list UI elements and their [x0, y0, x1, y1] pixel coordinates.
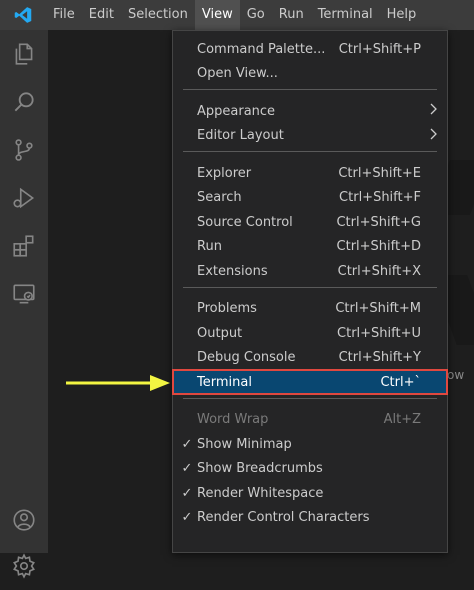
- menu-view[interactable]: View: [194, 0, 240, 30]
- menu-item-label: Debug Console: [197, 350, 296, 365]
- menu-selection[interactable]: Selection: [121, 0, 195, 30]
- menu-item-explorer[interactable]: Explorer Ctrl+Shift+E: [173, 161, 447, 185]
- settings-gear-icon[interactable]: [0, 542, 48, 590]
- menu-item-label: Search: [197, 190, 242, 205]
- chevron-right-icon: [429, 128, 437, 144]
- menu-item-render-control-characters[interactable]: ✓ Render Control Characters: [173, 506, 447, 530]
- editor-hint-text: ow: [447, 368, 465, 382]
- run-debug-icon[interactable]: [0, 174, 48, 222]
- menu-item-label: Open View...: [197, 66, 278, 81]
- menu-item-label: Appearance: [197, 103, 276, 119]
- menu-item-problems[interactable]: Problems Ctrl+Shift+M: [173, 297, 447, 321]
- menu-separator: [183, 151, 437, 152]
- menu-separator: [183, 89, 437, 90]
- menu-item-label: Show Breadcrumbs: [197, 461, 323, 476]
- menu-bar: File Edit Selection View Go Run Terminal Help: [0, 0, 474, 30]
- checkmark-icon: ✓: [181, 461, 193, 476]
- menu-item-word-wrap: Word Wrap Alt+Z: [173, 408, 447, 432]
- menu-item-label: Word Wrap: [197, 412, 269, 427]
- menu-item-command-palette[interactable]: Command Palette... Ctrl+Shift+P: [173, 37, 447, 61]
- menu-item-editor-layout[interactable]: Editor Layout: [173, 124, 447, 148]
- menu-item-source-control[interactable]: Source Control Ctrl+Shift+G: [173, 210, 447, 234]
- menu-item-search[interactable]: Search Ctrl+Shift+F: [173, 186, 447, 210]
- menu-edit[interactable]: Edit: [82, 0, 121, 30]
- menu-item-appearance[interactable]: Appearance: [173, 99, 447, 123]
- menu-item-show-minimap[interactable]: ✓ Show Minimap: [173, 432, 447, 456]
- menu-item-shortcut: Alt+Z: [383, 412, 421, 427]
- explorer-icon[interactable]: [0, 30, 48, 78]
- menu-item-shortcut: Ctrl+Shift+G: [336, 214, 421, 230]
- menu-item-shortcut: Ctrl+Shift+Y: [338, 350, 421, 365]
- activity-bar: [0, 30, 48, 579]
- remote-explorer-icon[interactable]: [0, 270, 48, 318]
- menu-item-label: Run: [197, 239, 222, 254]
- menu-item-label: Extensions: [197, 263, 268, 279]
- yellow-arrow-annotation-icon: [66, 375, 170, 391]
- source-control-icon[interactable]: [0, 126, 48, 174]
- menu-go[interactable]: Go: [240, 0, 272, 30]
- menu-item-label: Editor Layout: [197, 128, 284, 143]
- menu-file[interactable]: File: [46, 0, 82, 30]
- menu-item-shortcut: Ctrl+Shift+P: [338, 41, 421, 57]
- menu-item-open-view[interactable]: Open View...: [173, 62, 447, 86]
- menu-item-shortcut: Ctrl+Shift+X: [337, 263, 421, 279]
- search-icon[interactable]: [0, 78, 48, 126]
- menu-help[interactable]: Help: [380, 0, 424, 30]
- menu-item-label: Show Minimap: [197, 436, 292, 452]
- menu-item-label: Render Whitespace: [197, 485, 324, 501]
- menu-item-show-breadcrumbs[interactable]: ✓ Show Breadcrumbs: [173, 457, 447, 481]
- menu-item-label: Command Palette...: [197, 41, 326, 57]
- menu-item-label: Output: [197, 325, 243, 341]
- extensions-icon[interactable]: [0, 222, 48, 270]
- menu-item-label: Terminal: [197, 374, 252, 390]
- account-icon[interactable]: [0, 496, 48, 544]
- chevron-right-icon: [429, 103, 437, 119]
- menu-item-label: Source Control: [197, 214, 293, 230]
- menu-item-shortcut: Ctrl+Shift+F: [339, 190, 421, 205]
- menu-separator: [183, 397, 437, 399]
- menu-item-shortcut: Ctrl+Shift+D: [336, 239, 421, 254]
- view-menu-dropdown: Command Palette... Ctrl+Shift+P Open View.…: [172, 30, 448, 553]
- menu-item-shortcut: Ctrl+Shift+U: [337, 325, 421, 341]
- menu-item-shortcut: Ctrl+Shift+M: [335, 301, 421, 316]
- menu-item-extensions[interactable]: Extensions Ctrl+Shift+X: [173, 259, 447, 283]
- menu-terminal[interactable]: Terminal: [311, 0, 380, 30]
- menu-item-shortcut: Ctrl+`: [380, 374, 421, 390]
- menu-item-terminal[interactable]: Terminal Ctrl+`: [172, 369, 448, 395]
- menu-item-label: Problems: [197, 301, 257, 316]
- menu-item-render-whitespace[interactable]: ✓ Render Whitespace: [173, 481, 447, 505]
- menu-item-shortcut: Ctrl+Shift+E: [338, 165, 421, 181]
- menu-item-label: Explorer: [197, 165, 252, 181]
- menu-item-label: Render Control Characters: [197, 510, 370, 525]
- checkmark-icon: ✓: [181, 485, 193, 501]
- menu-run[interactable]: Run: [272, 0, 311, 30]
- menu-item-output[interactable]: Output Ctrl+Shift+U: [173, 321, 447, 345]
- vscode-logo-icon: [0, 0, 46, 30]
- menu-item-run[interactable]: Run Ctrl+Shift+D: [173, 235, 447, 259]
- checkmark-icon: ✓: [181, 436, 193, 452]
- checkmark-icon: ✓: [181, 510, 193, 525]
- menu-item-debug-console[interactable]: Debug Console Ctrl+Shift+Y: [173, 346, 447, 370]
- menu-separator: [183, 286, 437, 288]
